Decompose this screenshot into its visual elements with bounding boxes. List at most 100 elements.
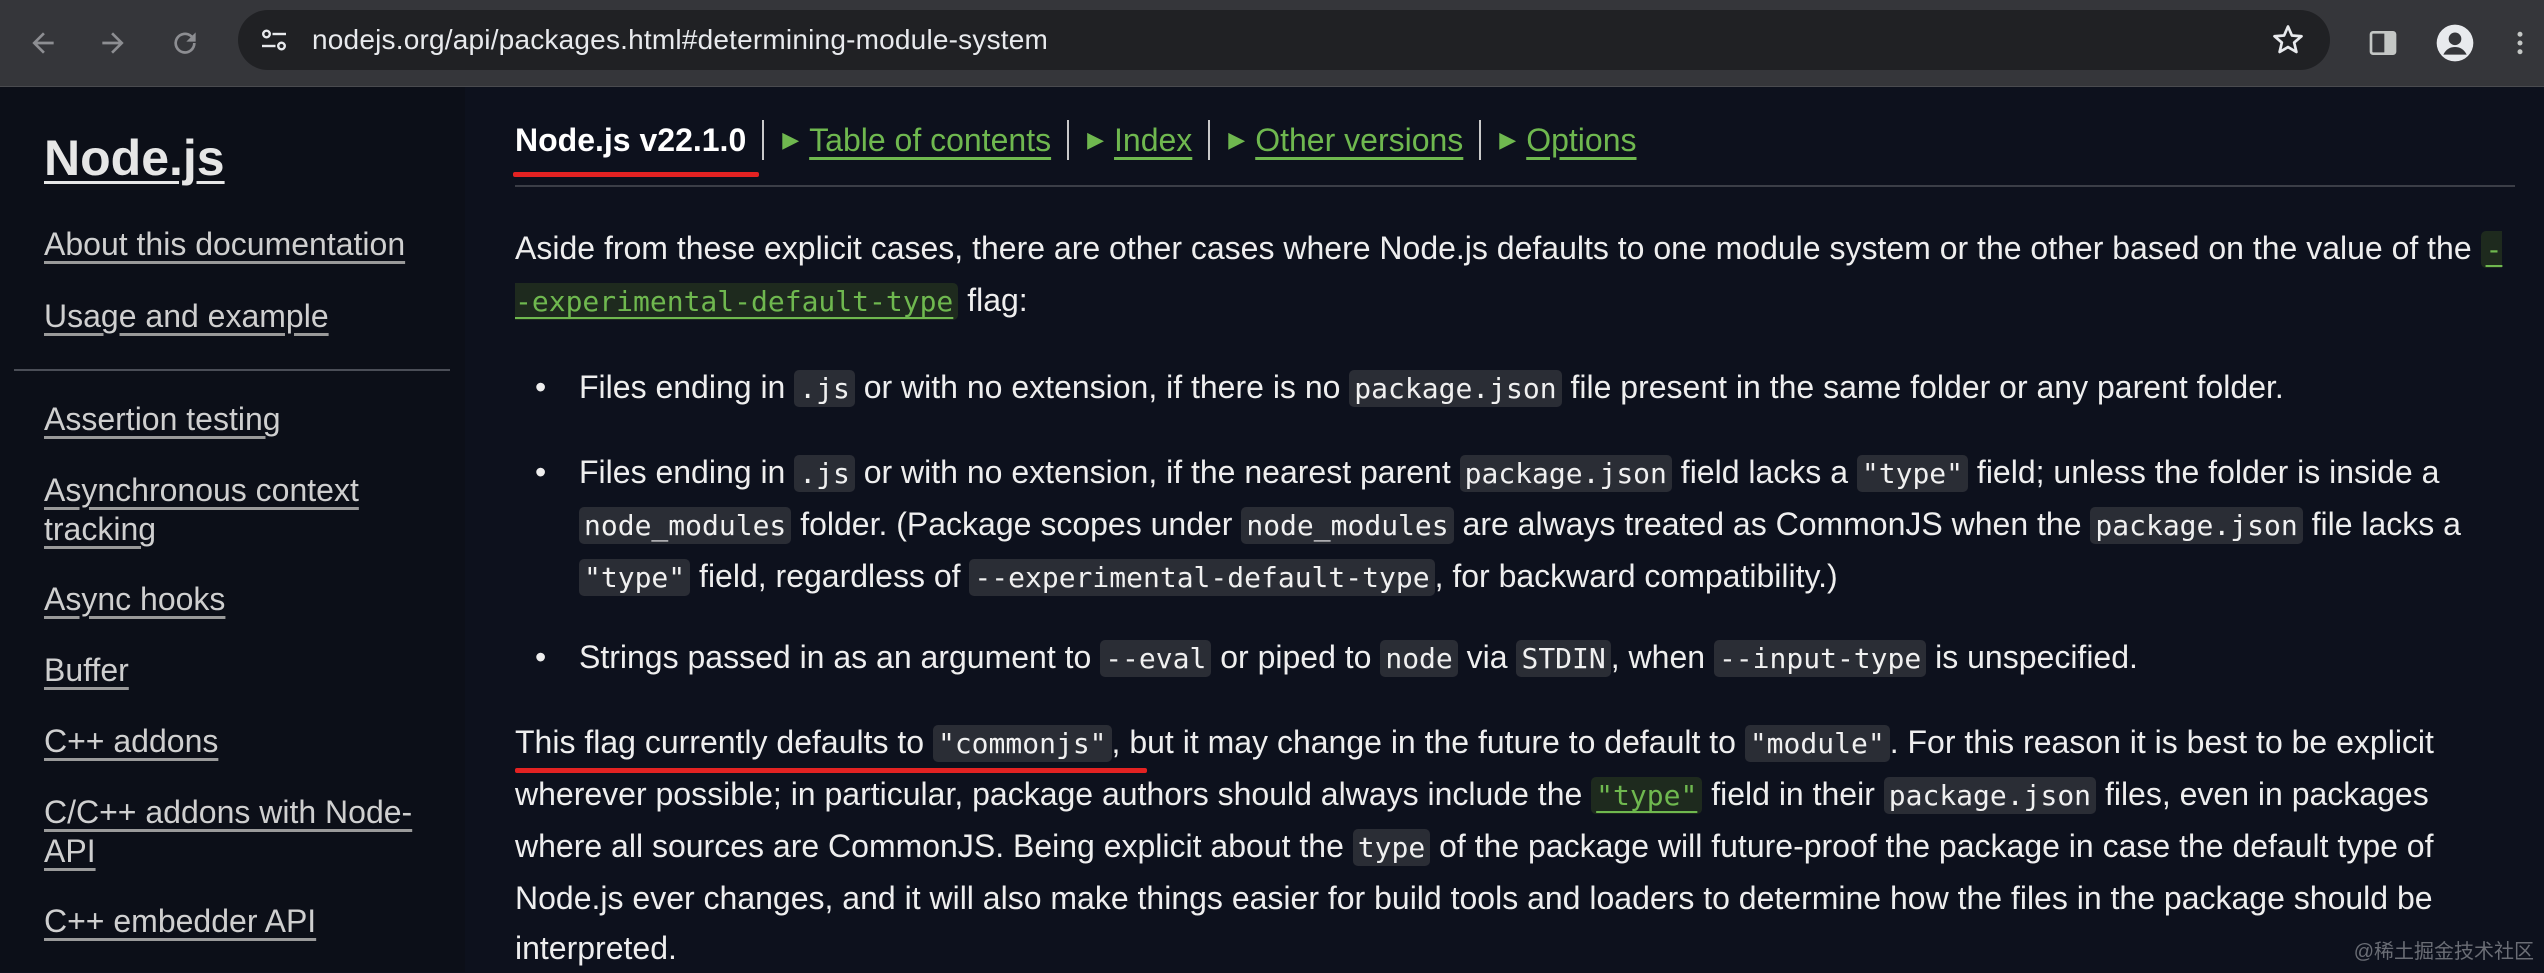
url-text[interactable]: nodejs.org/api/packages.html#determining… bbox=[312, 10, 1048, 70]
sidebar: Node.js About this documentation Usage a… bbox=[0, 87, 465, 972]
version-label: Node.js v22.1.0 bbox=[513, 121, 759, 177]
red-annotation-underline bbox=[513, 171, 759, 177]
intro-text: Aside from these explicit cases, there a… bbox=[515, 230, 2481, 266]
text-run: This flag currently defaults to bbox=[515, 724, 933, 760]
nav-separator bbox=[762, 120, 765, 160]
list-item: • Strings passed in as an argument to --… bbox=[515, 632, 2505, 684]
text-run: field; unless the folder is inside a bbox=[1968, 454, 2440, 490]
list-item-text: Files ending in .js or with no extension… bbox=[579, 454, 2461, 596]
inline-code: STDIN bbox=[1516, 640, 1611, 677]
sidebar-item-usage[interactable]: Usage and example bbox=[44, 297, 444, 336]
doc-header-nav: Node.js v22.1.0 ▶ Table of contents ▶ In… bbox=[513, 117, 1637, 177]
triangle-right-icon: ▶ bbox=[1228, 127, 1246, 152]
nodejs-logo-link[interactable]: Node.js bbox=[44, 129, 225, 187]
list-item: • Files ending in .js or with no extensi… bbox=[515, 447, 2505, 603]
sidebar-item-node-api[interactable]: C/C++ addons with Node-API bbox=[44, 793, 434, 871]
sidebar-item-about[interactable]: About this documentation bbox=[44, 225, 444, 264]
inline-link[interactable]: "type" bbox=[1591, 777, 1703, 814]
inline-code: .js bbox=[794, 455, 855, 492]
bullet-dot: • bbox=[535, 454, 547, 490]
text-run: file present in the same folder or any p… bbox=[1561, 369, 2284, 405]
inline-code: type bbox=[1352, 829, 1431, 866]
intro-text-end: flag: bbox=[958, 282, 1028, 318]
sidebar-divider bbox=[14, 369, 450, 371]
list-item-text: Files ending in .js or with no extension… bbox=[579, 369, 2284, 407]
sidebar-item-cpp-embedder-api[interactable]: C++ embedder API bbox=[44, 902, 444, 941]
text-run: or piped to bbox=[1211, 639, 1381, 675]
inline-code: "type" bbox=[579, 559, 691, 596]
text-run: is unspecified. bbox=[1926, 639, 2138, 675]
triangle-right-icon: ▶ bbox=[1499, 127, 1517, 152]
nav-separator bbox=[1067, 120, 1070, 160]
nav-separator bbox=[1479, 120, 1482, 160]
triangle-right-icon: ▶ bbox=[782, 127, 800, 152]
version-text: Node.js v22.1.0 bbox=[515, 121, 747, 158]
options-link-text[interactable]: Options bbox=[1526, 122, 1636, 159]
inline-code: node bbox=[1380, 640, 1458, 677]
text-run: , for backward compatibility.) bbox=[1434, 558, 1838, 594]
inline-code: "type" bbox=[1856, 455, 1969, 492]
nav-separator bbox=[1208, 120, 1211, 160]
text-run: Files ending in bbox=[579, 454, 795, 490]
bullet-dot: • bbox=[535, 639, 547, 675]
reload-icon[interactable] bbox=[158, 16, 212, 70]
inline-code: .js bbox=[794, 370, 855, 407]
main-content: Node.js v22.1.0 ▶ Table of contents ▶ In… bbox=[465, 87, 2544, 972]
inline-code: package.json bbox=[1349, 370, 1562, 407]
inline-code: --eval bbox=[1100, 640, 1212, 677]
text-run: are always treated as CommonJS when the bbox=[1453, 506, 2091, 542]
inline-code: "commonjs" bbox=[932, 725, 1112, 762]
text-run: file lacks a bbox=[2302, 506, 2461, 542]
text-run: field lacks a bbox=[1671, 454, 1857, 490]
list-item: • Files ending in .js or with no extensi… bbox=[515, 362, 2505, 414]
text-run: , but it may change in the future to def… bbox=[1111, 724, 1745, 760]
text-run: Strings passed in as an argument to bbox=[579, 639, 1101, 675]
text-run: , when bbox=[1610, 639, 1714, 675]
options-link[interactable]: ▶ Options bbox=[1499, 122, 1636, 159]
watermark: @稀土掘金技术社区 bbox=[2353, 941, 2534, 963]
inline-code: node_modules bbox=[579, 507, 792, 544]
index-link[interactable]: ▶ Index bbox=[1087, 122, 1192, 159]
text-run: Files ending in bbox=[579, 369, 795, 405]
side-panel-icon[interactable] bbox=[2356, 16, 2410, 70]
address-bar[interactable]: nodejs.org/api/packages.html#determining… bbox=[238, 10, 2330, 70]
more-menu-icon[interactable] bbox=[2500, 16, 2540, 70]
other-versions-link[interactable]: ▶ Other versions bbox=[1228, 122, 1463, 159]
index-link-text[interactable]: Index bbox=[1114, 122, 1192, 159]
paragraph-text: This flag currently defaults to "commonj… bbox=[515, 724, 2434, 966]
header-divider bbox=[515, 185, 2515, 187]
text-run: via bbox=[1457, 639, 1517, 675]
sidebar-item-async-context-tracking[interactable]: Asynchronous context tracking bbox=[44, 471, 414, 549]
browser-toolbar: nodejs.org/api/packages.html#determining… bbox=[0, 0, 2544, 87]
inline-code: "module" bbox=[1744, 725, 1890, 762]
inline-code: --experimental-default-type bbox=[969, 559, 1435, 596]
other-versions-link-text[interactable]: Other versions bbox=[1255, 122, 1463, 159]
text-run: or with no extension, if the nearest par… bbox=[854, 454, 1460, 490]
intro-paragraph: Aside from these explicit cases, there a… bbox=[515, 223, 2505, 327]
back-arrow-icon[interactable] bbox=[16, 16, 70, 70]
sidebar-item-async-hooks[interactable]: Async hooks bbox=[44, 580, 444, 619]
table-of-contents-link[interactable]: ▶ Table of contents bbox=[782, 122, 1051, 159]
triangle-right-icon: ▶ bbox=[1087, 127, 1105, 152]
default-flag-paragraph: This flag currently defaults to "commonj… bbox=[515, 717, 2505, 973]
text-run: field in their bbox=[1702, 776, 1884, 812]
text-run: field, regardless of bbox=[690, 558, 970, 594]
red-annotation-underline bbox=[515, 768, 1147, 773]
sidebar-item-assertion-testing[interactable]: Assertion testing bbox=[44, 400, 444, 439]
inline-code: package.json bbox=[1459, 455, 1672, 492]
profile-avatar-icon[interactable] bbox=[2428, 16, 2482, 70]
text-run: or with no extension, if there is no bbox=[854, 369, 1350, 405]
bullet-dot: • bbox=[535, 369, 547, 405]
sidebar-item-cpp-addons[interactable]: C++ addons bbox=[44, 722, 444, 761]
sidebar-item-buffer[interactable]: Buffer bbox=[44, 651, 444, 690]
text-run: folder. (Package scopes under bbox=[791, 506, 1242, 542]
forward-arrow-icon[interactable] bbox=[86, 16, 140, 70]
toc-link-text[interactable]: Table of contents bbox=[809, 122, 1051, 159]
inline-code: package.json bbox=[1883, 777, 2097, 814]
site-info-icon[interactable] bbox=[256, 22, 292, 58]
inline-code: --input-type bbox=[1713, 640, 1927, 677]
inline-code: node_modules bbox=[1241, 507, 1454, 544]
bookmark-star-icon[interactable] bbox=[2270, 22, 2306, 58]
list-item-text: Strings passed in as an argument to --ev… bbox=[579, 639, 2138, 677]
inline-code: package.json bbox=[2090, 507, 2303, 544]
